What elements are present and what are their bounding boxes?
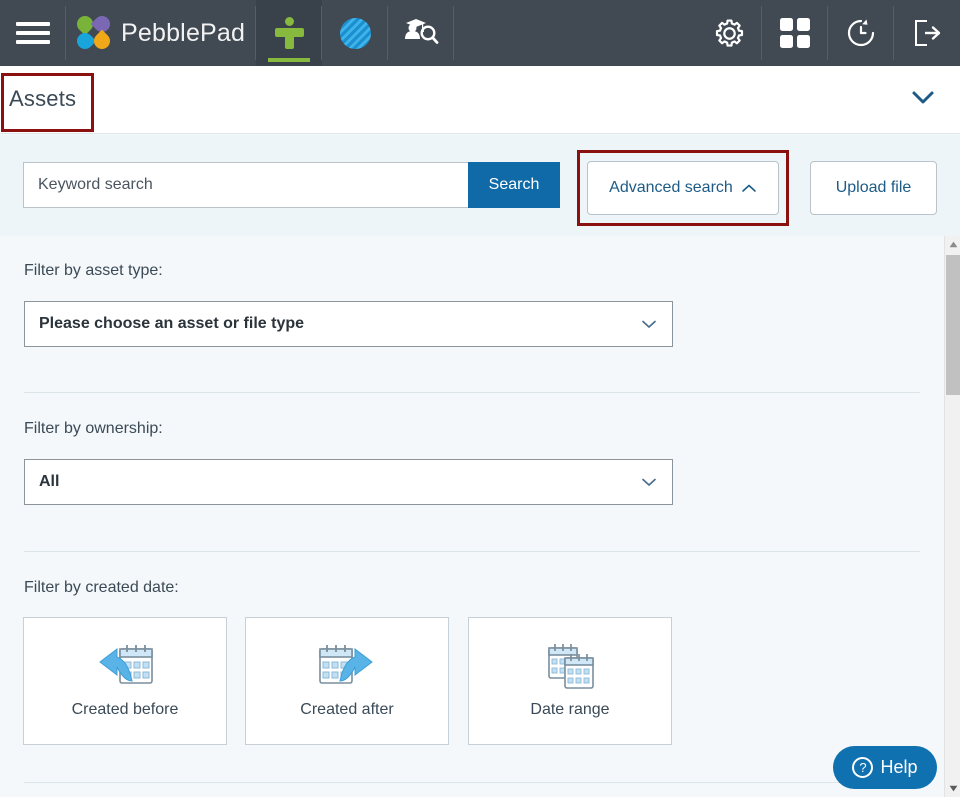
scroll-down-button[interactable] [945, 780, 960, 797]
nav-atlas-tab[interactable] [322, 0, 388, 66]
asset-type-select[interactable]: Please choose an asset or file type [24, 301, 673, 347]
triangle-up-icon [949, 241, 957, 248]
divider-2 [24, 551, 920, 552]
hamburger-icon [16, 17, 50, 49]
logout-icon [915, 20, 941, 46]
date-range-label: Date range [530, 701, 610, 718]
person-icon [274, 17, 304, 49]
divider-1 [24, 392, 920, 393]
page-title: Assets [9, 86, 77, 111]
created-date-label: Filter by created date: [24, 579, 179, 596]
chevron-up-icon [742, 184, 756, 192]
triangle-down-icon [949, 785, 957, 792]
keyword-search-group: Search [23, 162, 560, 208]
help-label: Help [880, 757, 918, 777]
date-range-card[interactable]: Date range [468, 617, 672, 745]
advanced-search-panel: Filter by asset type: Please choose an a… [0, 236, 944, 797]
history-button[interactable] [828, 0, 894, 66]
ownership-label: Filter by ownership: [24, 420, 163, 437]
hamburger-menu-button[interactable] [0, 0, 66, 66]
asset-type-value: Please choose an asset or file type [39, 315, 305, 332]
nav-assets-tab[interactable] [256, 0, 322, 66]
panel-scrollbar[interactable] [944, 236, 960, 797]
calendar-forward-arrow-icon [319, 645, 373, 684]
brand-name: PebblePad [121, 18, 246, 47]
asset-type-label: Filter by asset type: [24, 262, 163, 279]
graduate-search-icon [405, 19, 439, 44]
chevron-down-icon [912, 91, 934, 104]
grid-icon [780, 18, 810, 48]
chevron-down-icon [642, 478, 656, 486]
upload-file-button[interactable]: Upload file [810, 161, 937, 215]
created-before-label: Created before [71, 701, 179, 718]
created-after-card[interactable]: Created after [245, 617, 449, 745]
top-navigation-bar: PebblePad [0, 0, 960, 66]
question-mark-icon: ? [852, 757, 874, 778]
created-after-label: Created after [300, 701, 394, 718]
page-title-bar [0, 66, 960, 134]
divider-3 [24, 782, 920, 783]
help-button[interactable]: ? Help [833, 746, 937, 789]
apps-grid-button[interactable] [762, 0, 828, 66]
app-root: PebblePad Assets Keyword search Search A… [0, 0, 960, 797]
ownership-select[interactable]: All [24, 459, 673, 505]
settings-button[interactable] [696, 0, 762, 66]
scroll-thumb[interactable] [946, 255, 960, 395]
brand-logo-link[interactable]: PebblePad [66, 0, 256, 66]
calendar-back-arrow-icon [99, 645, 153, 684]
upload-file-label: Upload file [835, 179, 912, 196]
history-clock-icon [847, 19, 875, 47]
logout-button[interactable] [894, 0, 960, 66]
page-title-collapse-button[interactable] [908, 88, 938, 113]
chevron-down-icon [642, 320, 656, 328]
ownership-value: All [39, 473, 60, 490]
advanced-search-button[interactable]: Advanced search [587, 161, 779, 215]
gear-icon [715, 18, 743, 47]
atlas-circle-icon [339, 17, 371, 49]
search-button[interactable]: Search [468, 162, 560, 208]
search-input[interactable] [23, 162, 468, 208]
calendar-range-icon [548, 644, 594, 689]
scroll-up-button[interactable] [945, 236, 960, 253]
pebblepad-clover-icon [73, 12, 114, 53]
nav-find-learner-tab[interactable] [388, 0, 454, 66]
created-before-card[interactable]: Created before [23, 617, 227, 745]
advanced-search-label: Advanced search [609, 179, 733, 196]
